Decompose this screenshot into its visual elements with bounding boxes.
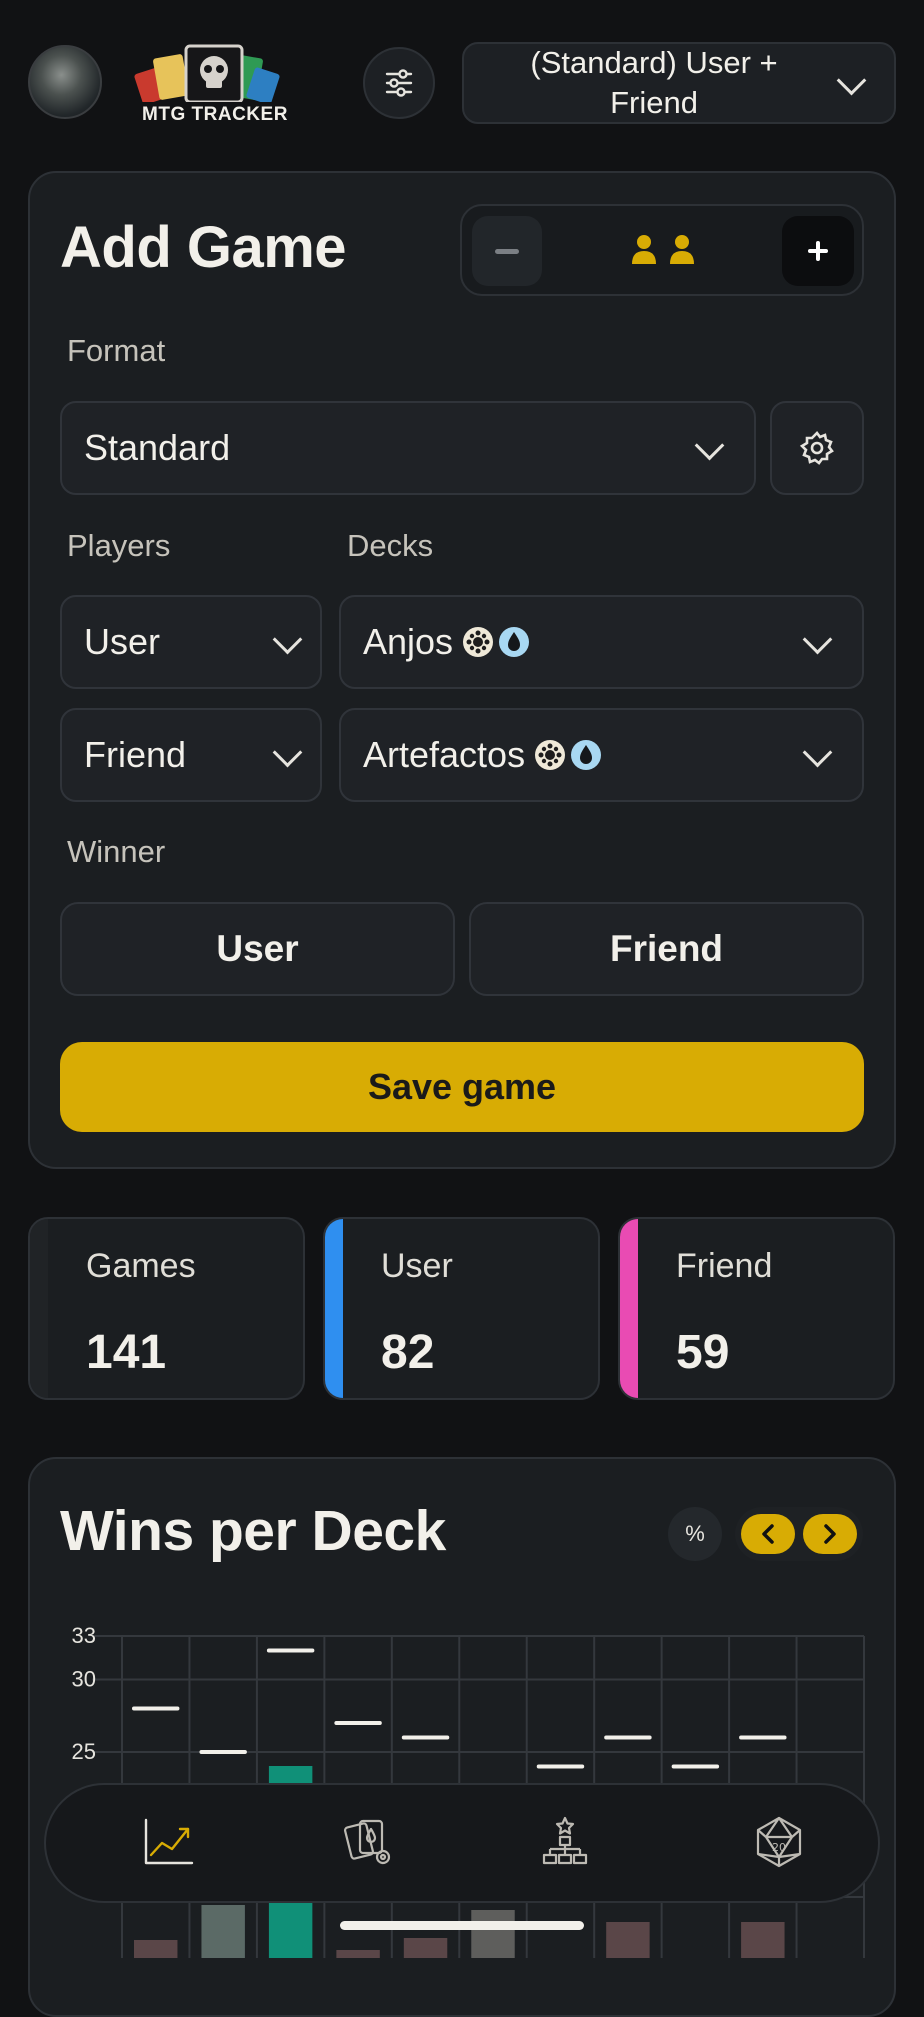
stat-color-bar (620, 1219, 638, 1398)
stat-card-user: User 82 (323, 1217, 600, 1400)
cards-settings-icon (343, 1819, 391, 1865)
avatar[interactable] (28, 45, 102, 119)
gear-icon (799, 431, 834, 465)
stat-color-bar (325, 1219, 343, 1398)
add-game-title: Add Game (60, 215, 347, 280)
home-indicator (340, 1921, 584, 1930)
winner-label: Winner (67, 834, 166, 869)
bottom-navigation: 20 (44, 1783, 880, 1903)
app-logo: MTG TRACKER (130, 42, 300, 126)
player-value-1: User (84, 621, 161, 662)
white-mana-icon (535, 740, 566, 770)
group-selector[interactable]: (Standard) User + Friend (462, 42, 896, 124)
chevron-down-icon (694, 430, 725, 461)
winner-user-button[interactable]: User (60, 902, 455, 996)
bar (403, 1938, 448, 1958)
chart-icon (144, 1818, 194, 1865)
minus-icon (495, 248, 519, 254)
next-button[interactable] (803, 1514, 857, 1554)
previous-button[interactable] (741, 1514, 795, 1554)
y-tick-label: 33 (72, 1623, 96, 1648)
white-mana-icon (463, 627, 494, 657)
format-settings-button[interactable] (770, 401, 864, 495)
logo-text: MTG TRACKER (142, 104, 288, 125)
chevron-left-icon (762, 1524, 774, 1544)
remove-player-button[interactable] (472, 216, 542, 286)
nav-decks[interactable] (334, 1807, 404, 1877)
bar (201, 1905, 245, 1958)
tournament-icon (542, 1816, 588, 1865)
chevron-down-icon (272, 624, 303, 655)
chevron-right-icon (824, 1524, 836, 1544)
nav-dice[interactable]: 20 (744, 1807, 814, 1877)
player-count-stepper (460, 204, 864, 296)
plus-icon (808, 241, 828, 261)
players-label: Players (67, 528, 171, 563)
stat-label: User (381, 1247, 453, 1285)
format-value: Standard (84, 427, 231, 468)
stat-color-bar (30, 1219, 48, 1398)
percent-toggle-button[interactable]: % (668, 1507, 722, 1561)
blue-mana-icon (571, 740, 602, 770)
stat-value: 59 (676, 1326, 730, 1379)
d20-icon: 20 (756, 1816, 802, 1868)
wins-per-deck-title: Wins per Deck (60, 1499, 446, 1563)
bar (336, 1950, 380, 1958)
deck-name-1: Anjos (363, 621, 454, 662)
nav-stats[interactable] (134, 1807, 204, 1877)
deck-select-2[interactable]: Artefactos (339, 708, 864, 802)
deck-value-2: Artefactos (363, 710, 602, 800)
deck-select-1[interactable]: Anjos (339, 595, 864, 689)
player-value-2: Friend (84, 734, 187, 775)
logo-cards-icon (134, 44, 280, 102)
save-game-button[interactable]: Save game (60, 1042, 864, 1132)
player-select-2[interactable]: Friend (60, 708, 322, 802)
player-select-1[interactable]: User (60, 595, 322, 689)
svg-text:20: 20 (772, 1841, 786, 1854)
stat-card-friend: Friend 59 (618, 1217, 895, 1400)
decks-label: Decks (347, 528, 434, 563)
format-label: Format (67, 333, 166, 368)
group-selector-label: (Standard) User + Friend (530, 45, 778, 120)
sliders-icon (385, 69, 413, 97)
y-tick-label: 25 (72, 1739, 96, 1764)
y-tick-label: 30 (72, 1667, 96, 1692)
players-icon (632, 235, 694, 264)
add-player-button[interactable] (782, 216, 854, 286)
bar (741, 1922, 785, 1958)
deck-name-2: Artefactos (363, 734, 526, 775)
stat-label: Friend (676, 1247, 773, 1285)
chart-pager (735, 1507, 863, 1561)
chevron-down-icon (802, 737, 833, 768)
stat-value: 141 (86, 1326, 167, 1379)
bar (606, 1922, 650, 1958)
filter-button[interactable] (363, 47, 435, 119)
stat-value: 82 (381, 1326, 435, 1379)
winner-friend-button[interactable]: Friend (469, 902, 864, 996)
chevron-down-icon (802, 624, 833, 655)
bar (471, 1910, 515, 1958)
chevron-down-icon (272, 737, 303, 768)
chevron-down-icon (836, 65, 867, 96)
deck-value-1: Anjos (363, 597, 530, 687)
blue-mana-icon (499, 627, 530, 657)
stat-label: Games (86, 1247, 196, 1285)
nav-tournament[interactable] (530, 1807, 600, 1877)
format-select[interactable]: Standard (60, 401, 756, 495)
wins-per-deck-chart: 33 30 25 (72, 1623, 865, 1958)
stat-card-games: Games 141 (28, 1217, 305, 1400)
bar (134, 1940, 178, 1958)
